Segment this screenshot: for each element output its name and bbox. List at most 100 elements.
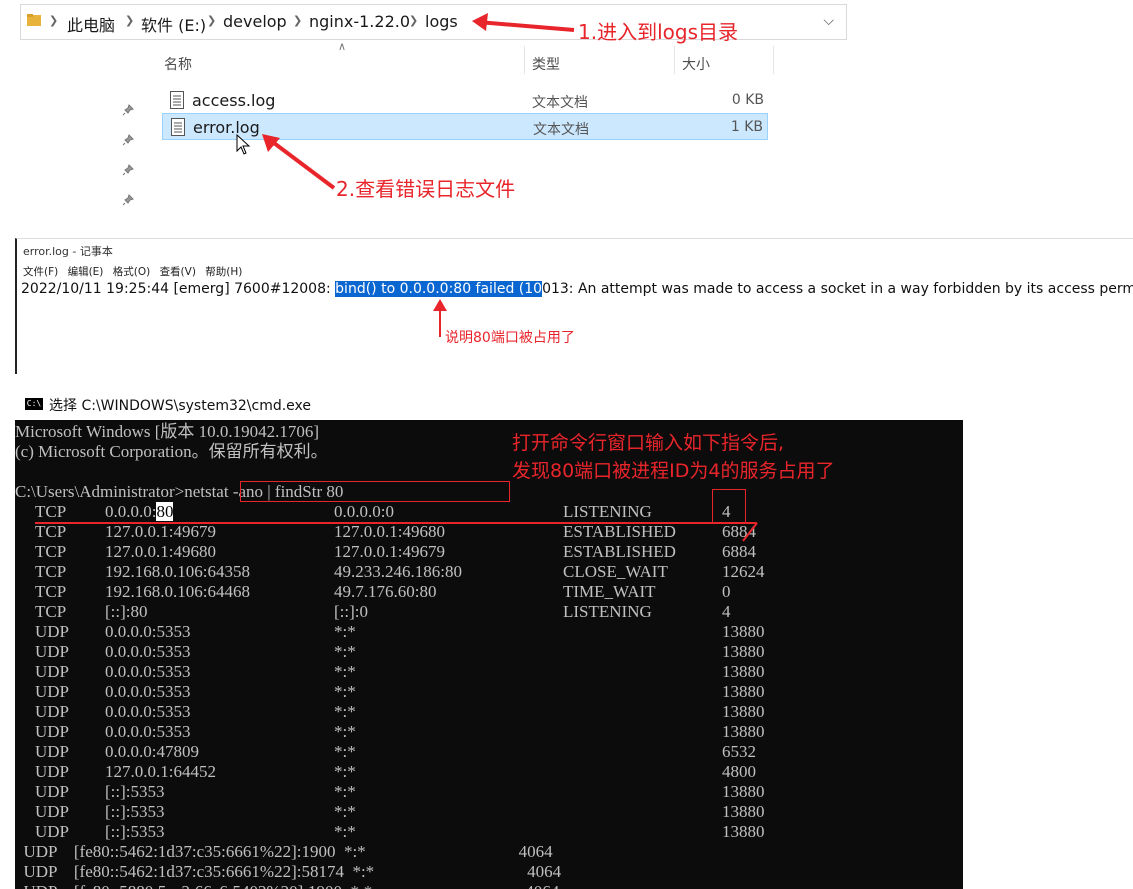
netstat-foreign: *:* [334, 642, 356, 661]
breadcrumb-this-pc[interactable]: 此电脑 [67, 12, 115, 36]
netstat-proto: UDP [35, 702, 70, 721]
netstat-pid: 4 [722, 602, 731, 621]
menu-edit[interactable]: 编辑(E) [68, 266, 104, 278]
netstat-state: TIME_WAIT [563, 582, 656, 601]
netstat-local: 0.0.0.0:5353 [105, 682, 191, 701]
file-size: 0 KB [731, 92, 764, 108]
column-divider [773, 46, 774, 74]
netstat-row: UDP 127.0.0.1:64452 *:* 4800 [15, 762, 963, 782]
chevron-right-icon: ❯ [49, 14, 59, 27]
netstat-pid: 4800 [722, 762, 756, 781]
chevron-right-icon: ❯ [125, 14, 135, 27]
netstat-row: UDP [::]:5353 *:* 13880 [15, 782, 963, 802]
netstat-row: UDP [fe80::5462:1d37:c35:6661%22]:1900 *… [15, 842, 553, 861]
window-title: 选择 C:\WINDOWS\system32\cmd.exe [49, 398, 312, 414]
netstat-foreign: *:* [334, 702, 356, 721]
text-file-icon [170, 91, 184, 109]
netstat-row: UDP 0.0.0.0:5353 *:* 13880 [15, 622, 963, 642]
netstat-state: LISTENING [563, 602, 652, 621]
netstat-foreign: *:* [334, 622, 356, 641]
netstat-foreign: *:* [334, 742, 356, 761]
netstat-row: UDP 0.0.0.0:47809 *:* 6532 [15, 742, 963, 762]
netstat-pid: 6532 [722, 742, 756, 761]
netstat-local: [::]:5353 [105, 802, 165, 821]
annotation-arrow [262, 134, 336, 190]
breadcrumb-drive[interactable]: 软件 (E:) [141, 12, 206, 36]
netstat-foreign: *:* [334, 722, 356, 741]
annotation-step2: 2.查看错误日志文件 [336, 177, 516, 201]
menu-format[interactable]: 格式(O) [113, 266, 150, 278]
annotation-arrow [472, 13, 575, 32]
annotation-step1: 1.进入到logs目录 [578, 20, 738, 44]
netstat-proto: UDP [35, 822, 70, 841]
netstat-proto: UDP [35, 762, 70, 781]
netstat-pid: 13880 [722, 662, 765, 681]
netstat-local: [::]:80 [105, 602, 148, 621]
file-row-access-log[interactable]: access.log 文本文档 0 KB [162, 87, 768, 114]
file-row-error-log[interactable]: error.log 文本文档 1 KB [162, 113, 768, 140]
file-name: access.log [192, 91, 276, 110]
netstat-local: 127.0.0.1:64452 [105, 762, 216, 781]
file-type: 文本文档 [532, 95, 588, 111]
console-icon: C:\ [25, 398, 43, 410]
annotation-underline [35, 522, 758, 542]
netstat-pid: 13880 [722, 682, 765, 701]
menu-help[interactable]: 帮助(H) [205, 266, 242, 278]
chevron-right-icon: ❯ [409, 14, 419, 27]
menu-view[interactable]: 查看(V) [160, 266, 196, 278]
netstat-foreign: *:* [334, 682, 356, 701]
netstat-local: 192.168.0.106:64358 [105, 562, 250, 581]
breadcrumb-develop[interactable]: develop [223, 12, 287, 31]
breadcrumb-nginx[interactable]: nginx-1.22.0 [309, 12, 410, 31]
netstat-foreign: 49.7.176.60:80 [334, 582, 437, 601]
netstat-pid: 6884 [722, 542, 756, 561]
chevron-right-icon: ❯ [293, 14, 303, 27]
netstat-pid: 0 [722, 582, 731, 601]
netstat-foreign: *:* [334, 762, 356, 781]
netstat-row: UDP [fe80::5462:1d37:c35:6661%22]:58174 … [15, 862, 562, 881]
netstat-proto: UDP [35, 802, 70, 821]
annotation-cmd-1: 打开命令行窗口输入如下指令后, [512, 432, 785, 454]
netstat-row: TCP 192.168.0.106:64358 49.233.246.186:80 C… [15, 562, 963, 582]
chevron-right-icon: ❯ [207, 14, 217, 27]
netstat-row: TCP [::]:80 [::]:0 LISTENING 4 [15, 602, 963, 622]
breadcrumb-logs[interactable]: logs [425, 12, 458, 31]
cmd-console[interactable]: Microsoft Windows [版本 10.0.19042.1706] (… [15, 420, 963, 889]
pin-icon [122, 164, 134, 176]
netstat-foreign: *:* [334, 802, 356, 821]
pin-icon [122, 134, 134, 146]
console-copyright: (c) Microsoft Corporation。保留所有权利。 [15, 442, 328, 461]
chevron-down-icon[interactable]: ⌵ [823, 13, 834, 29]
netstat-foreign: *:* [334, 822, 356, 841]
netstat-proto: UDP [35, 722, 70, 741]
file-type: 文本文档 [533, 122, 589, 138]
netstat-row: UDP 0.0.0.0:5353 *:* 13880 [15, 682, 963, 702]
column-header-type[interactable]: 类型 [532, 54, 560, 74]
netstat-pid: 13880 [722, 722, 765, 741]
netstat-proto: TCP [35, 562, 67, 581]
text-file-icon [171, 118, 185, 136]
netstat-proto: UDP [35, 742, 70, 761]
column-header-size[interactable]: 大小 [682, 54, 710, 74]
netstat-proto: UDP [35, 622, 70, 641]
window-title: error.log - 记事本 [23, 245, 113, 258]
annotation-port-used: 说明80端口被占用了 [445, 330, 575, 346]
netstat-row: UDP 0.0.0.0:5353 *:* 13880 [15, 722, 963, 742]
netstat-row: UDP 0.0.0.0:5353 *:* 13880 [15, 642, 963, 662]
column-header-name[interactable]: 名称 [164, 54, 192, 74]
netstat-local: [::]:5353 [105, 782, 165, 801]
netstat-row: UDP [::]:5353 *:* 13880 [15, 822, 963, 842]
cmd-title-bar: C:\ 选择 C:\WINDOWS\system32\cmd.exe [15, 388, 955, 420]
netstat-pid: 13880 [722, 802, 765, 821]
netstat-proto: TCP [35, 542, 67, 561]
netstat-pid: 13880 [722, 822, 765, 841]
log-line[interactable]: 2022/10/11 19:25:44 [emerg] 7600#12008: … [21, 281, 1133, 297]
menu-file[interactable]: 文件(F) [23, 266, 58, 278]
netstat-local: 127.0.0.1:49680 [105, 542, 216, 561]
netstat-pid: 13880 [722, 782, 765, 801]
netstat-local: 0.0.0.0:5353 [105, 722, 191, 741]
netstat-local: 0.0.0.0:5353 [105, 642, 191, 661]
netstat-row: TCP 127.0.0.1:49680 127.0.0.1:49679 ESTABLI… [15, 542, 963, 562]
netstat-local: 0.0.0.0:5353 [105, 702, 191, 721]
netstat-foreign: *:* [334, 782, 356, 801]
